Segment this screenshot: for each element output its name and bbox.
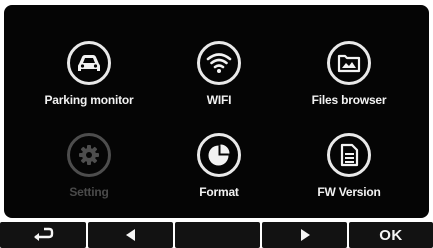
document-icon [327, 133, 371, 177]
document-icon-graphic [340, 143, 359, 167]
menu-item-label: Parking monitor [44, 93, 134, 107]
back-return-icon [34, 227, 54, 241]
pie-chart-icon-graphic [208, 144, 230, 166]
device-screen: Parking monitor WIFI Files browser Setti… [0, 0, 433, 248]
blank-button[interactable] [175, 222, 260, 248]
menu-item-wifi[interactable]: WIFI [159, 41, 279, 121]
back-button[interactable] [0, 222, 86, 248]
menu-item-fw-version[interactable]: FW Version [289, 133, 409, 213]
right-button[interactable] [262, 222, 347, 248]
menu-item-format[interactable]: Format [159, 133, 279, 213]
pie-chart-icon [197, 133, 241, 177]
menu-item-parking-monitor[interactable]: Parking monitor [29, 41, 149, 121]
ok-button[interactable]: OK [349, 222, 433, 248]
menu-item-label: Setting [69, 185, 109, 199]
car-icon [67, 41, 111, 85]
menu-item-label: FW Version [317, 185, 381, 199]
car-icon-graphic [78, 55, 100, 71]
bottom-button-bar: OK [0, 222, 433, 248]
menu-item-label: Files browser [311, 93, 387, 107]
wifi-icon-graphic [206, 53, 232, 73]
left-button[interactable] [88, 222, 173, 248]
folder-image-icon-graphic [337, 54, 361, 73]
gear-icon-graphic [79, 145, 99, 165]
gear-icon [67, 133, 111, 177]
main-menu-panel: Parking monitor WIFI Files browser Setti… [4, 5, 429, 218]
menu-item-files-browser[interactable]: Files browser [289, 41, 409, 121]
ok-button-label: OK [379, 226, 403, 244]
arrow-left-icon [125, 229, 135, 241]
arrow-right-icon [300, 229, 310, 241]
wifi-icon [197, 41, 241, 85]
menu-item-label: WIFI [206, 93, 232, 107]
folder-image-icon [327, 41, 371, 85]
menu-item-label: Format [199, 185, 239, 199]
menu-item-setting[interactable]: Setting [29, 133, 149, 213]
